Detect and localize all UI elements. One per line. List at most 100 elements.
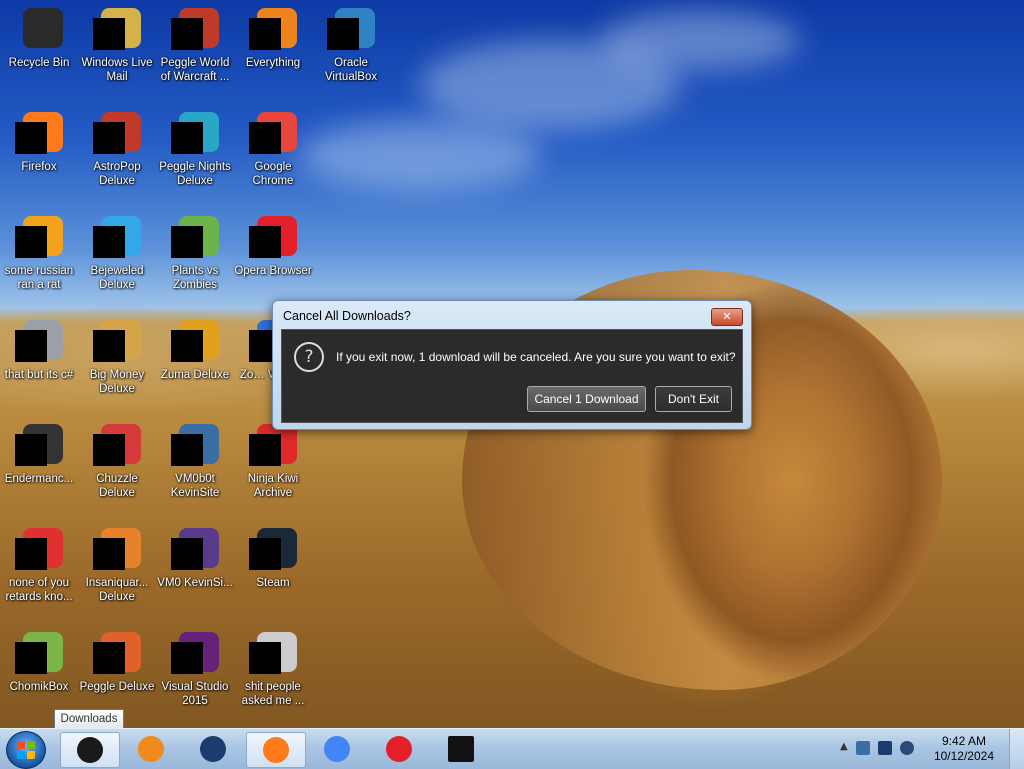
icon-redaction	[249, 122, 281, 154]
icon-redaction	[171, 538, 203, 570]
desktop-icon-label: Endermanc...	[4, 473, 74, 485]
desktop-icon[interactable]: Zuma Deluxe	[156, 318, 234, 382]
clock[interactable]: 9:42 AM 10/12/2024	[934, 734, 994, 764]
steam-icon	[249, 526, 297, 574]
taskbar-button-firefox[interactable]	[246, 732, 306, 768]
taskbar-button-7zip[interactable]	[432, 732, 490, 766]
desktop-icon-label: Bejeweled Deluxe	[90, 265, 144, 291]
display-icon[interactable]	[878, 741, 892, 755]
desktop-icon-label: ChomikBox	[9, 681, 69, 693]
7zip-icon	[448, 736, 474, 762]
taskbar-button-downloads[interactable]	[60, 732, 120, 768]
tray-expand-icon[interactable]: ▲	[840, 741, 848, 752]
copy-icon	[15, 318, 63, 366]
desktop-icon[interactable]: Peggle Nights Deluxe	[156, 110, 234, 188]
dont-exit-button[interactable]: Don't Exit	[655, 386, 732, 412]
desktop-icon[interactable]: Steam	[234, 526, 312, 590]
desktop-icon-label: Zuma Deluxe	[160, 369, 230, 381]
desktop-icon[interactable]: Insaniquar... Deluxe	[78, 526, 156, 604]
chuzzle-icon	[93, 422, 141, 470]
desktop-icon[interactable]: Visual Studio 2015	[156, 630, 234, 708]
dialog-close-button[interactable]: ✕	[711, 308, 743, 326]
desktop-icon[interactable]: some russian ran a rat	[0, 214, 78, 292]
desktop-icon[interactable]: Everything	[234, 6, 312, 70]
desktop-icon-label: AstroPop Deluxe	[93, 161, 141, 187]
desktop-icon[interactable]: Endermanc...	[0, 422, 78, 486]
desktop-icon[interactable]: Google Chrome	[234, 110, 312, 188]
chrome-icon	[324, 736, 350, 762]
taskbar-button-chrome[interactable]	[308, 732, 366, 766]
desktop-icon[interactable]: none of you retards kno...	[0, 526, 78, 604]
taskbar-button-globe[interactable]	[184, 732, 242, 766]
system-tray: ▲ 9:42 AM 10/12/2024	[834, 729, 1024, 769]
taskbar-button-opera[interactable]	[370, 732, 428, 766]
media-player-icon	[138, 736, 164, 762]
desktop-icon-label: Big Money Deluxe	[89, 369, 145, 395]
desktop-icon[interactable]: Peggle World of Warcraft ...	[156, 6, 234, 84]
cancel-download-button[interactable]: Cancel 1 Download	[527, 386, 646, 412]
desktop-icon[interactable]: ChomikBox	[0, 630, 78, 694]
icon-redaction	[93, 434, 125, 466]
pvz-icon	[171, 214, 219, 262]
icon-redaction	[15, 122, 47, 154]
desktop-icon-label: VM0 KevinSi...	[157, 577, 233, 589]
desktop-icon[interactable]: Ninja Kiwi Archive	[234, 422, 312, 500]
desktop-icon[interactable]: Bejeweled Deluxe	[78, 214, 156, 292]
windows-logo-icon	[17, 741, 35, 759]
firefox-icon	[15, 110, 63, 158]
icon-redaction	[171, 122, 203, 154]
desktop-icon[interactable]: Peggle Deluxe	[78, 630, 156, 694]
desktop-icon[interactable]: Chuzzle Deluxe	[78, 422, 156, 500]
desktop-icon[interactable]: AstroPop Deluxe	[78, 110, 156, 188]
icon-redaction	[93, 330, 125, 362]
desktop-icon-label: that but its c#	[4, 369, 74, 381]
desktop-icon-label: Insaniquar... Deluxe	[85, 577, 149, 603]
volume-icon[interactable]	[900, 741, 914, 755]
desktop-icon[interactable]: Firefox	[0, 110, 78, 174]
peggle-nights-icon	[171, 110, 219, 158]
desktop-icon[interactable]: Recycle Bin	[0, 6, 78, 70]
desktop-icon-label: Steam	[256, 577, 290, 589]
cloud	[600, 10, 800, 70]
desktop-icon-label: Chuzzle Deluxe	[96, 473, 138, 499]
peggle-icon	[93, 630, 141, 678]
desktop-icon[interactable]: that but its c#	[0, 318, 78, 382]
desktop-icon-label: Windows Live Mail	[81, 57, 153, 83]
icon-redaction	[15, 330, 47, 362]
app-icon	[15, 526, 63, 574]
icon-redaction	[15, 642, 47, 674]
desktop-icon-label: none of you retards kno...	[5, 577, 73, 603]
desktop-icon[interactable]: Plants vs Zombies	[156, 214, 234, 292]
globe-icon	[200, 736, 226, 762]
desktop-icon[interactable]: shit people asked me ...	[234, 630, 312, 708]
desktop-icon[interactable]: Windows Live Mail	[78, 6, 156, 84]
desktop-icon-label: Peggle World of Warcraft ...	[160, 57, 230, 83]
desktop-icon[interactable]: Opera Browser	[234, 214, 312, 278]
network-icon[interactable]	[856, 741, 870, 755]
terminal-icon	[15, 422, 63, 470]
desktop-icon-label: Peggle Deluxe	[79, 681, 155, 693]
dialog-title: Cancel All Downloads?	[283, 309, 411, 323]
icon-redaction	[249, 226, 281, 258]
taskbar: ▲ 9:42 AM 10/12/2024	[0, 728, 1024, 769]
icon-redaction	[15, 226, 47, 258]
desktop-icon[interactable]: VM0b0t KevinSite	[156, 422, 234, 500]
show-desktop-button[interactable]	[1009, 729, 1024, 769]
start-button[interactable]	[6, 731, 46, 769]
icon-redaction	[171, 330, 203, 362]
desktop-icon-label: Visual Studio 2015	[161, 681, 229, 707]
icon-redaction	[249, 18, 281, 50]
cloud	[300, 120, 540, 190]
insaniquarium-icon	[93, 526, 141, 574]
virtualbox-icon	[327, 6, 375, 54]
desktop-icon-label: VM0b0t KevinSite	[170, 473, 220, 499]
desktop-icon[interactable]: VM0 KevinSi...	[156, 526, 234, 590]
downloads-tooltip: Downloads	[54, 709, 124, 729]
icon-redaction	[171, 434, 203, 466]
taskbar-button-media-player[interactable]	[122, 732, 180, 766]
desktop-icon[interactable]: Big Money Deluxe	[78, 318, 156, 396]
desktop-icon[interactable]: Oracle VirtualBox	[312, 6, 390, 84]
bigmoney-icon	[93, 318, 141, 366]
icon-redaction	[327, 18, 359, 50]
icon-glyph	[23, 8, 63, 48]
